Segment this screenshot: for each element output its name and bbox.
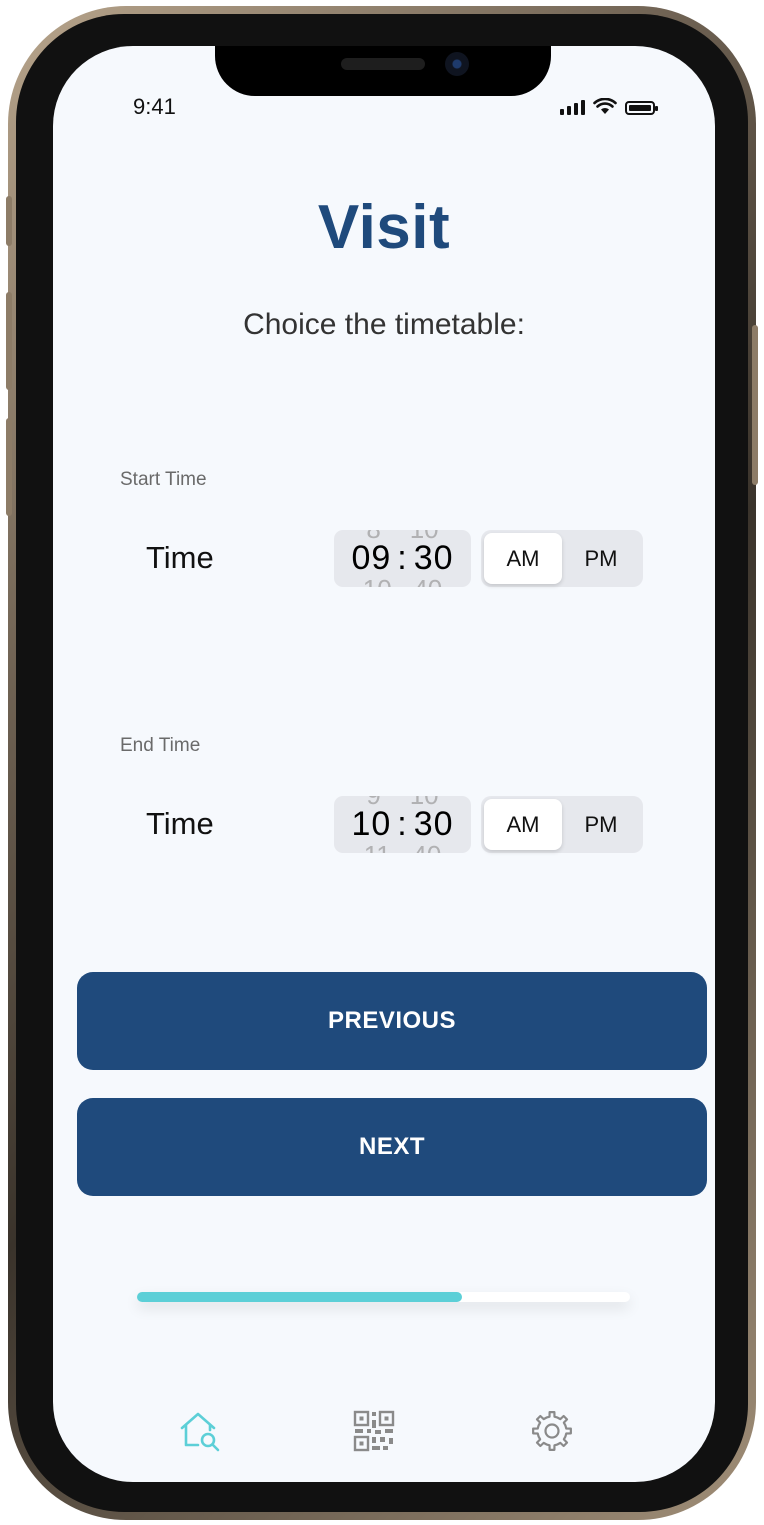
end-pm-option[interactable]: PM (562, 799, 640, 850)
home-search-icon (180, 1412, 220, 1452)
page-title: Visit (317, 193, 451, 262)
nav-settings[interactable] (529, 1408, 575, 1454)
progress-fill (137, 1292, 463, 1302)
start-period-segmented-control[interactable]: AM PM (481, 530, 643, 587)
start-minute[interactable]: 30 (414, 539, 454, 577)
start-am-option[interactable]: AM (484, 533, 562, 584)
end-am-option[interactable]: AM (484, 799, 562, 850)
end-minute[interactable]: 30 (414, 805, 454, 843)
end-time-row-label: Time (146, 806, 214, 841)
volume-down-button (6, 418, 12, 516)
power-button (752, 325, 758, 485)
speaker (341, 58, 425, 70)
mute-switch (6, 196, 12, 246)
start-picker-value: 09:30 (351, 539, 454, 577)
gear-icon (532, 1411, 572, 1451)
nav-home-search[interactable] (178, 1408, 224, 1454)
start-time-picker[interactable]: 8 10 09:30 10 40 (334, 530, 471, 587)
screen: 9:41 Visit Choice the timetable: Start T… (53, 46, 715, 1482)
end-hour[interactable]: 10 (351, 805, 391, 843)
start-hour[interactable]: 09 (351, 539, 391, 577)
bottom-nav (53, 1408, 715, 1458)
end-time-label: End Time (120, 735, 201, 756)
end-time-picker[interactable]: 9 10 10:30 11 40 (334, 796, 471, 853)
wifi-icon (593, 98, 617, 114)
volume-up-button (6, 292, 12, 390)
start-time-label: Start Time (120, 469, 207, 490)
nav-qr-code[interactable] (351, 1408, 397, 1454)
signal-icon (560, 99, 585, 115)
previous-button[interactable]: PREVIOUS (77, 972, 707, 1070)
page-subtitle: Choice the timetable: (243, 308, 525, 341)
next-button[interactable]: NEXT (77, 1098, 707, 1196)
notch (215, 46, 551, 96)
status-icons (560, 98, 658, 115)
front-camera (445, 52, 469, 76)
end-period-segmented-control[interactable]: AM PM (481, 796, 643, 853)
start-pm-option[interactable]: PM (562, 533, 640, 584)
progress-bar (137, 1292, 630, 1302)
qr-code-icon (353, 1410, 395, 1452)
status-time: 9:41 (133, 94, 176, 119)
battery-icon (625, 101, 658, 115)
start-time-row-label: Time (146, 540, 214, 575)
end-picker-value: 10:30 (351, 805, 454, 843)
